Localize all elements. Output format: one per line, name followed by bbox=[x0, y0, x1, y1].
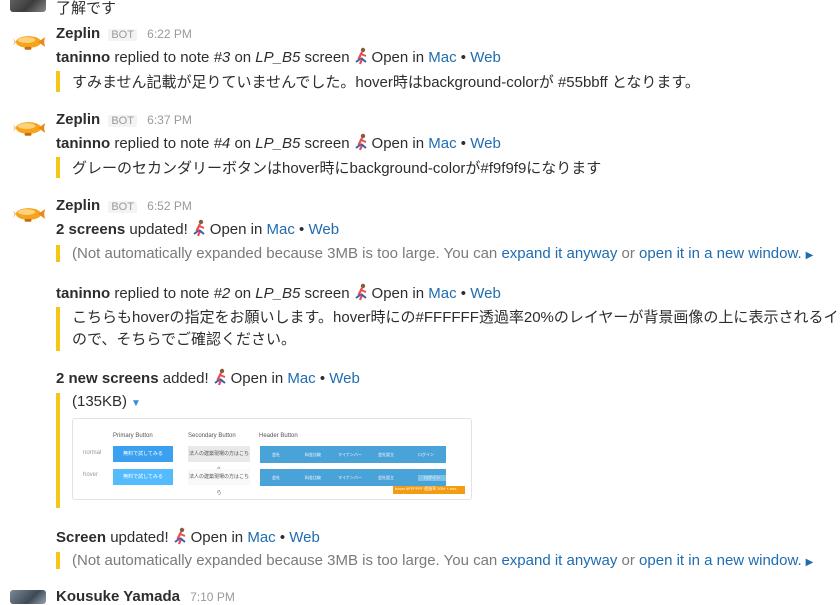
open-web-link[interactable]: Web bbox=[289, 529, 320, 546]
timestamp[interactable]: 7:10 PM bbox=[190, 590, 235, 604]
message-text: 了解です bbox=[56, 0, 117, 17]
zeplin-avatar-icon[interactable] bbox=[12, 28, 46, 56]
note-quote: グレーのセカンダリーボタンはhover時にbackground-colorが#f… bbox=[56, 157, 601, 178]
message-header: Zeplin BOT 6:37 PM bbox=[56, 111, 192, 128]
note-id: #3 bbox=[213, 49, 231, 66]
open-new-window-link[interactable]: open it in a new window. bbox=[639, 552, 802, 569]
open-web-link[interactable]: Web bbox=[329, 370, 360, 387]
open-web-link[interactable]: Web bbox=[470, 285, 501, 302]
open-mac-link[interactable]: Mac bbox=[428, 285, 456, 302]
user-name: taninno bbox=[56, 49, 111, 66]
runner-icon bbox=[173, 527, 186, 545]
user-name: taninno bbox=[56, 135, 111, 152]
too-large-notice: (Not automatically expanded because 3MB … bbox=[56, 245, 813, 262]
new-screens-line: 2 new screens added! Open in Mac • Web bbox=[56, 368, 360, 387]
open-web-link[interactable]: Web bbox=[470, 49, 501, 66]
open-web-link[interactable]: Web bbox=[470, 135, 501, 152]
open-mac-link[interactable]: Mac bbox=[287, 370, 315, 387]
author-name[interactable]: Kousuke Yamada bbox=[56, 588, 180, 605]
open-web-link[interactable]: Web bbox=[308, 221, 339, 238]
expand-anyway-link[interactable]: expand it anyway bbox=[501, 552, 617, 569]
open-mac-link[interactable]: Mac bbox=[267, 221, 295, 238]
timestamp[interactable]: 6:52 PM bbox=[147, 199, 192, 213]
file-size: (135KB) bbox=[72, 393, 128, 410]
caret-right-icon[interactable]: ▶ bbox=[806, 557, 814, 568]
runner-icon bbox=[354, 133, 367, 151]
zeplin-avatar-icon[interactable] bbox=[12, 114, 46, 142]
user-name: taninno bbox=[56, 285, 111, 302]
bot-badge: BOT bbox=[108, 29, 137, 41]
open-mac-link[interactable]: Mac bbox=[428, 49, 456, 66]
bot-badge: BOT bbox=[108, 201, 137, 213]
bot-badge: BOT bbox=[108, 115, 137, 127]
caret-right-icon[interactable]: ▶ bbox=[806, 250, 814, 261]
too-large-notice: (Not automatically expanded because 3MB … bbox=[56, 552, 813, 569]
open-mac-link[interactable]: Mac bbox=[428, 135, 456, 152]
message-header: Zeplin BOT 6:22 PM bbox=[56, 25, 192, 42]
screen-name: LP_B5 bbox=[255, 285, 301, 302]
author-name[interactable]: Zeplin bbox=[56, 111, 100, 128]
screen-name: LP_B5 bbox=[255, 49, 301, 66]
zeplin-avatar-icon[interactable] bbox=[12, 200, 46, 228]
timestamp[interactable]: 6:37 PM bbox=[147, 113, 192, 127]
open-mac-link[interactable]: Mac bbox=[247, 529, 275, 546]
expand-anyway-link[interactable]: expand it anyway bbox=[501, 245, 617, 262]
screen-thumbnail[interactable]: Primary Button Secondary Button Header B… bbox=[72, 418, 472, 500]
caret-down-icon[interactable]: ▼ bbox=[131, 398, 141, 409]
screen-updated-line: Screen updated! Open in Mac • Web bbox=[56, 527, 320, 546]
message-header: Zeplin BOT 6:52 PM bbox=[56, 197, 192, 214]
note-quote: こちらもhoverの指定をお願いします。hover時にの#FFFFFF透過率20… bbox=[56, 307, 840, 351]
note-quote: すみません記載が足りていませんでした。hover時はbackground-col… bbox=[56, 71, 700, 92]
user-avatar[interactable] bbox=[10, 590, 46, 604]
message-header: Kousuke Yamada 7:10 PM bbox=[56, 588, 235, 605]
reply-line: taninno replied to note #4 on LP_B5 scre… bbox=[56, 133, 501, 152]
screen-name: LP_B5 bbox=[255, 135, 301, 152]
author-name[interactable]: Zeplin bbox=[56, 25, 100, 42]
runner-icon bbox=[192, 219, 205, 237]
reply-line: taninno replied to note #2 on LP_B5 scre… bbox=[56, 283, 501, 302]
reply-line: taninno replied to note #3 on LP_B5 scre… bbox=[56, 47, 501, 66]
open-new-window-link[interactable]: open it in a new window. bbox=[639, 245, 802, 262]
note-id: #4 bbox=[213, 135, 231, 152]
runner-icon bbox=[354, 283, 367, 301]
note-id: #2 bbox=[213, 285, 231, 302]
timestamp[interactable]: 6:22 PM bbox=[147, 27, 192, 41]
user-avatar[interactable] bbox=[10, 0, 46, 12]
runner-icon bbox=[213, 368, 226, 386]
runner-icon bbox=[354, 47, 367, 65]
screens-updated-line: 2 screens updated! Open in Mac • Web bbox=[56, 219, 340, 238]
author-name[interactable]: Zeplin bbox=[56, 197, 100, 214]
